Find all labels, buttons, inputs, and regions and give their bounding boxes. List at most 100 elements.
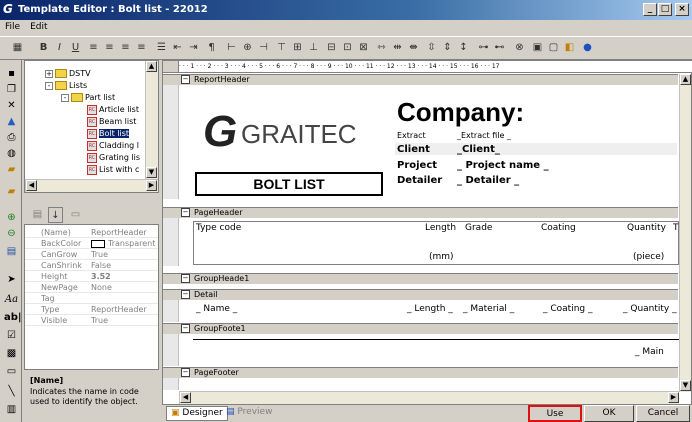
bring-front-icon[interactable]: ▣ (530, 40, 545, 56)
grid-icon[interactable]: ▦ (10, 40, 25, 56)
text-style-icon[interactable]: ¶ (204, 40, 219, 56)
detailer-label[interactable]: Detailer (397, 175, 442, 186)
print-icon[interactable]: ⎙ (4, 130, 19, 145)
hspace-equal-icon[interactable]: ⇿ (374, 40, 389, 56)
property-value[interactable]: None (91, 282, 158, 293)
database-icon[interactable]: ◍ (4, 146, 19, 161)
tree-item-article-list[interactable]: RC Article list (87, 104, 139, 115)
collapse-toggle[interactable]: - (45, 81, 53, 90)
vspace-dec-icon[interactable]: ↕ (456, 40, 471, 56)
band-handle[interactable] (163, 378, 179, 390)
field-main[interactable]: _ Main (635, 347, 664, 357)
vspace-equal-icon[interactable]: ⇳ (424, 40, 439, 56)
tree-item-lists[interactable]: - Lists (45, 80, 87, 91)
property-row[interactable]: CanShrink False (25, 260, 158, 271)
property-row[interactable]: Tag (25, 293, 158, 304)
sort-alpha-icon[interactable]: ↓ (48, 207, 63, 223)
scroll-right-icon[interactable]: ▶ (668, 392, 679, 403)
tree-item-part-list[interactable]: - Part list (61, 92, 115, 103)
band-detail[interactable]: − Detail (163, 289, 678, 300)
col-grade[interactable]: Grade (465, 223, 492, 233)
underline-icon[interactable]: U (68, 40, 83, 56)
copy-icon[interactable]: ❐ (4, 82, 19, 97)
collapse-icon[interactable]: − (181, 324, 190, 333)
col-extra[interactable]: T (673, 223, 679, 233)
canvas-vscrollbar[interactable]: ▲ ▼ (679, 74, 691, 392)
pointer-icon[interactable]: ▪ (4, 66, 19, 81)
tree-vscrollbar[interactable]: ▲ ▼ (145, 61, 158, 179)
company-label[interactable]: Company: (397, 97, 524, 128)
tree-item-beam-list[interactable]: RC Beam list (87, 116, 136, 127)
report-design-canvas[interactable]: · · · 1 · · · 2 · · · 3 · · · 4 · · · 5 … (162, 60, 692, 405)
col-length[interactable]: Length (425, 223, 456, 233)
band-group-header[interactable]: − GroupHeade1 (163, 273, 678, 284)
scroll-left-icon[interactable]: ◀ (180, 392, 191, 403)
same-width-icon[interactable]: ⊟ (324, 40, 339, 56)
scroll-up-icon[interactable]: ▲ (146, 61, 157, 72)
open-folder-icon[interactable]: ▰ (4, 162, 19, 177)
field-material[interactable]: _ Material _ (463, 304, 514, 314)
property-value[interactable]: True (91, 249, 158, 260)
field-name[interactable]: _ Name _ (196, 304, 237, 314)
scroll-down-icon[interactable]: ▼ (146, 167, 157, 178)
arrow-tool-icon[interactable]: ➤ (4, 272, 19, 287)
unit-quantity[interactable]: (piece) (633, 252, 664, 262)
property-value[interactable]: True (91, 315, 158, 326)
property-row[interactable]: (Name) ReportHeader (25, 227, 158, 238)
categorized-icon[interactable]: ▤ (30, 207, 45, 223)
col-coating[interactable]: Coating (541, 223, 576, 233)
property-row[interactable]: Visible True (25, 315, 158, 326)
minimize-button[interactable]: _ (643, 3, 657, 16)
tree-item-cladding-list[interactable]: RC Cladding l (87, 140, 139, 151)
align-center-icon[interactable]: ≡ (102, 40, 117, 56)
band-page-footer[interactable]: − PageFooter (163, 367, 678, 378)
col-quantity[interactable]: Quantity (627, 223, 666, 233)
align-left-icon[interactable]: ≡ (86, 40, 101, 56)
extract-label[interactable]: Extract (397, 131, 426, 140)
property-row[interactable]: BackColor Transparent (25, 238, 158, 249)
align-lefts-icon[interactable]: ⊢ (224, 40, 239, 56)
project-value[interactable]: _ Project name _ (457, 160, 549, 171)
property-pages-icon[interactable]: ▭ (68, 207, 83, 223)
property-value[interactable]: False (91, 260, 158, 271)
graitec-logo[interactable]: G GRAITEC (195, 99, 385, 171)
label-tool-icon[interactable]: Aa (4, 292, 19, 307)
center-vert-icon[interactable]: ⊷ (492, 40, 507, 56)
tree-item-dstv[interactable]: + DSTV (45, 68, 91, 79)
collapse-icon[interactable]: − (181, 274, 190, 283)
bold-icon[interactable]: B (36, 40, 51, 56)
folder-icon[interactable]: ▰ (4, 184, 19, 199)
tree-item-list-with-c[interactable]: RC List with c (87, 164, 139, 175)
delete-icon[interactable]: ✕ (4, 98, 19, 113)
bolt-list-title-box[interactable]: BOLT LIST (195, 172, 383, 196)
property-value[interactable]: ReportHeader (91, 304, 158, 315)
use-button[interactable]: Use (528, 405, 582, 422)
client-value[interactable]: _Client_ (457, 144, 500, 155)
collapse-toggle[interactable]: - (61, 93, 69, 102)
client-label[interactable]: Client (397, 144, 430, 155)
band-report-header[interactable]: − ReportHeader (163, 74, 678, 85)
same-height-icon[interactable]: ⊡ (340, 40, 355, 56)
save-icon[interactable]: ▤ (4, 244, 19, 259)
property-value[interactable]: 3.52 (91, 271, 158, 282)
italic-icon[interactable]: I (52, 40, 67, 56)
tree-item-grating-list[interactable]: RC Grating lis (87, 152, 140, 163)
collapse-icon[interactable]: − (181, 290, 190, 299)
tree-hscrollbar[interactable]: ◀ ▶ (25, 179, 158, 192)
align-centers-icon[interactable]: ⊕ (240, 40, 255, 56)
canvas-hscrollbar[interactable]: ◀ ▶ (179, 391, 679, 404)
field-length[interactable]: _ Length _ (407, 304, 453, 314)
align-right-icon[interactable]: ≡ (118, 40, 133, 56)
field-quantity[interactable]: _ Quantity _ (623, 304, 677, 314)
band-handle[interactable] (163, 334, 179, 366)
close-button[interactable]: × (675, 3, 689, 16)
band-handle[interactable] (163, 300, 179, 322)
collapse-icon[interactable]: − (181, 208, 190, 217)
vspace-inc-icon[interactable]: ⇕ (440, 40, 455, 56)
detailer-value[interactable]: _ Detailer _ (457, 175, 519, 186)
maximize-button[interactable]: □ (658, 3, 672, 16)
collapse-icon[interactable]: − (181, 368, 190, 377)
hspace-inc-icon[interactable]: ⇹ (390, 40, 405, 56)
field-coating[interactable]: _ Coating _ (543, 304, 592, 314)
help-icon[interactable]: ● (580, 40, 595, 56)
